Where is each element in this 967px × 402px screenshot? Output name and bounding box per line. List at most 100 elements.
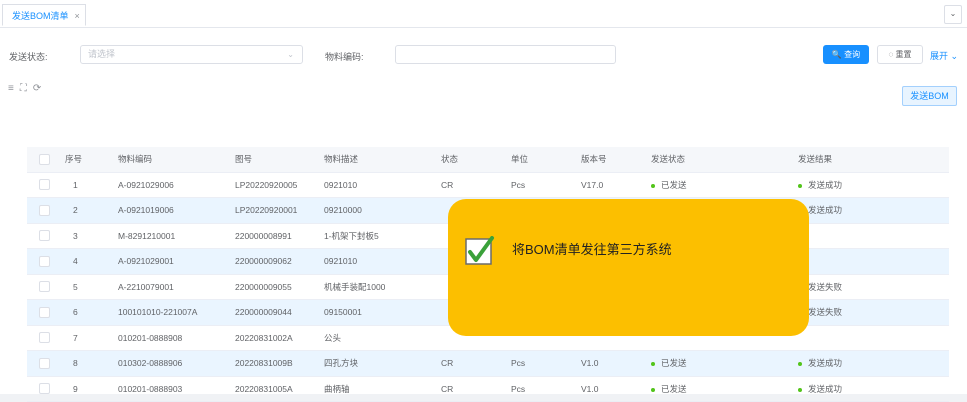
- cell-status: CR: [441, 376, 511, 402]
- send-result-text: 发送成功: [808, 179, 843, 190]
- cell-code: M-8291210001: [118, 223, 235, 249]
- send-result-text: 发送成功: [808, 205, 843, 216]
- send-bom-button[interactable]: 发送BOM: [902, 86, 957, 106]
- refresh-icon[interactable]: ⟳: [33, 83, 47, 94]
- result-dot-icon: [798, 362, 802, 366]
- cell-desc: 1-机架下封板5: [324, 223, 441, 249]
- table-row[interactable]: 9 010201-0888903 20220831005A 曲柄轴 CR Pcs V1.0 已…: [27, 376, 949, 402]
- cell-no: 3: [65, 223, 118, 249]
- cell-desc: 09150001: [324, 299, 441, 326]
- tab-send-bom-list[interactable]: 发送BOM清单 ×: [2, 4, 86, 26]
- cell-send-result: 发送成功: [798, 376, 949, 402]
- cell-send-status: 已发送: [651, 350, 798, 377]
- cell-send-status: 已发送: [651, 376, 798, 402]
- cell-drawing: 20220831005A: [235, 376, 324, 402]
- tab-label: 发送BOM清单: [12, 11, 69, 21]
- cell-no: 9: [65, 376, 118, 402]
- send-result-text: 发送成功: [808, 383, 843, 394]
- cell-code: 010201-0888903: [118, 376, 235, 402]
- row-checkbox[interactable]: [39, 306, 50, 318]
- cell-code: A-0921019006: [118, 197, 235, 224]
- chevron-down-icon: ⌄: [287, 50, 294, 59]
- cell-version: V17.0: [581, 172, 651, 198]
- cell-drawing: 220000009044: [235, 299, 324, 326]
- status-dot-icon: [651, 362, 655, 366]
- cell-desc: 09210000: [324, 197, 441, 224]
- cell-drawing: 20220831009B: [235, 350, 324, 377]
- col-header-no: 序号: [65, 147, 118, 173]
- cell-unit: Pcs: [511, 172, 581, 198]
- cell-code: 010201-0888908: [118, 325, 235, 351]
- cell-drawing: 220000009055: [235, 274, 324, 300]
- row-checkbox[interactable]: [39, 230, 50, 242]
- cell-drawing: 20220831002A: [235, 325, 324, 351]
- material-code-label: 物料编码:: [325, 52, 364, 62]
- cell-no: 1: [65, 172, 118, 198]
- sort-icon[interactable]: ≡: [8, 83, 20, 94]
- reset-button[interactable]: ◌ 重置: [877, 45, 923, 64]
- search-button[interactable]: 🔍 查询: [823, 45, 869, 64]
- toast-message: 将BOM清单发往第三方系统: [512, 242, 672, 257]
- row-checkbox[interactable]: [39, 383, 50, 395]
- cell-no: 6: [65, 299, 118, 326]
- cell-send-result: 发送失败: [798, 274, 949, 300]
- cell-drawing: 220000009062: [235, 248, 324, 275]
- cell-desc: 机械手装配1000: [324, 274, 441, 300]
- send-status-text: 已发送: [661, 179, 687, 190]
- row-checkbox[interactable]: [39, 255, 50, 267]
- result-dot-icon: [798, 387, 802, 392]
- expand-button[interactable]: 展开 ⌄: [930, 49, 958, 62]
- fullscreen-icon[interactable]: ⛶: [20, 83, 33, 94]
- cell-send-result: [798, 223, 949, 249]
- send-result-text: 发送失败: [808, 281, 843, 292]
- cell-no: 4: [65, 248, 118, 275]
- cell-send-result: [798, 325, 949, 351]
- send-status-label: 发送状态:: [9, 52, 48, 62]
- col-header-code: 物料编码: [118, 147, 235, 173]
- row-checkbox[interactable]: [39, 357, 50, 369]
- send-status-text: 已发送: [661, 383, 687, 394]
- cell-unit: Pcs: [511, 376, 581, 402]
- row-checkbox[interactable]: [39, 332, 50, 344]
- cell-no: 8: [65, 350, 118, 377]
- tab-close-icon[interactable]: ×: [75, 11, 80, 21]
- col-header-drawing: 图号: [235, 147, 324, 173]
- cell-drawing: LP20220920001: [235, 197, 324, 224]
- tabs-dropdown-button[interactable]: ⌄: [944, 5, 962, 24]
- table-row[interactable]: 8 010302-0888906 20220831009B 四孔方块 CR Pcs V1.0…: [27, 350, 949, 377]
- cell-code: 010302-0888906: [118, 350, 235, 377]
- material-code-input[interactable]: [395, 45, 616, 64]
- cell-code: A-2210079001: [118, 274, 235, 300]
- cell-code: 100101010-221007A: [118, 299, 235, 326]
- col-header-unit: 单位: [511, 147, 581, 173]
- cell-drawing: LP20220920005: [235, 172, 324, 198]
- cell-no: 5: [65, 274, 118, 300]
- row-checkbox[interactable]: [39, 204, 50, 216]
- col-header-send-result: 发送结果: [798, 147, 949, 173]
- col-header-send-status: 发送状态: [651, 147, 798, 173]
- cell-desc: 0921010: [324, 248, 441, 275]
- cell-send-result: 发送成功: [798, 350, 949, 377]
- send-status-placeholder: 请选择: [88, 49, 116, 59]
- status-dot-icon: [651, 387, 655, 392]
- cell-send-result: 发送失败: [798, 299, 949, 326]
- table-header-row: 序号 物料编码 图号 物料描述 状态 单位 版本号 发送状态 发送结果: [27, 147, 949, 173]
- notification-toast: 将BOM清单发往第三方系统: [448, 199, 809, 336]
- cell-code: A-0921029006: [118, 172, 235, 198]
- table-row[interactable]: 1 A-0921029006 LP20220920005 0921010 CR Pcs V1…: [27, 172, 949, 198]
- cell-desc: 公头: [324, 325, 441, 351]
- col-header-status: 状态: [441, 147, 511, 173]
- cell-version: V1.0: [581, 376, 651, 402]
- col-header-version: 版本号: [581, 147, 651, 173]
- cell-unit: Pcs: [511, 350, 581, 377]
- row-checkbox[interactable]: [39, 179, 50, 191]
- result-dot-icon: [798, 183, 802, 188]
- cell-status: CR: [441, 172, 511, 198]
- row-checkbox[interactable]: [39, 281, 50, 293]
- send-result-text: 发送失败: [808, 307, 843, 318]
- send-status-select[interactable]: 请选择 ⌄: [80, 45, 303, 64]
- checkbox-checked-icon: [465, 236, 494, 265]
- cell-send-result: 发送成功: [798, 172, 949, 198]
- select-all-checkbox[interactable]: [39, 153, 50, 165]
- cell-send-result: 发送成功: [798, 197, 949, 224]
